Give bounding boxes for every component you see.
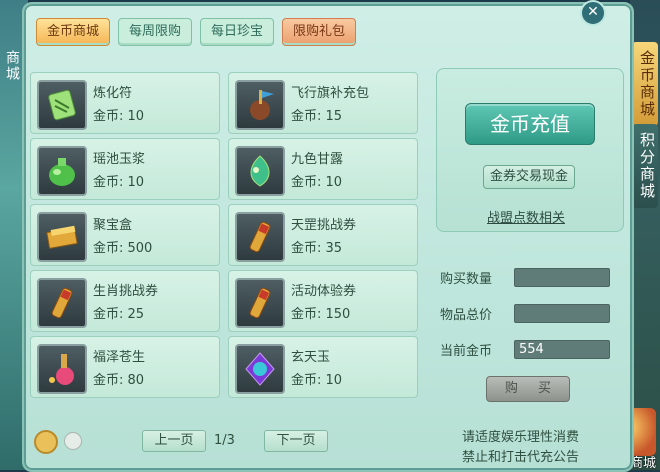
notice-line-1: 请适度娱乐理性消费: [462, 430, 580, 445]
flag-pack-icon: [235, 80, 285, 130]
item-price: 金币: 10: [291, 175, 343, 190]
item-price: 金币: 25: [93, 307, 145, 322]
notice-line-2[interactable]: 禁止和打击代充公告: [462, 446, 579, 465]
buy-button[interactable]: 购 买: [486, 376, 570, 402]
item-grid: 炼化符 金币: 10 飞行旗补充包 金币: 15 瑶池玉浆 金币: 10 九色甘…: [30, 72, 420, 404]
treasure-box-icon: [37, 212, 87, 262]
tab-weekly-limit[interactable]: 每周限购: [118, 18, 193, 46]
item-card[interactable]: 天罡挑战券 金币: 35: [228, 204, 418, 266]
talisman-icon: [37, 80, 87, 130]
item-name: 瑶池玉浆: [93, 152, 146, 167]
recharge-box: 金币充值 金券交易现金 战盟点数相关: [436, 68, 624, 232]
current-gold-field: 554: [514, 340, 610, 359]
gift-icon: [37, 344, 87, 394]
close-icon[interactable]: ✕: [580, 0, 606, 26]
item-card[interactable]: 福泽苍生 金币: 80: [30, 336, 220, 398]
item-price: 金币: 10: [93, 109, 145, 124]
jade-potion-icon: [37, 146, 87, 196]
item-price: 金币: 80: [93, 373, 145, 388]
tab-gold-shop[interactable]: 金币商城: [36, 18, 111, 46]
item-card[interactable]: 九色甘露 金币: 10: [228, 138, 418, 200]
item-price: 金币: 10: [291, 373, 343, 388]
item-name: 飞行旗补充包: [291, 86, 370, 101]
item-price: 金币: 500: [93, 241, 153, 256]
item-name: 炼化符: [93, 86, 133, 101]
next-page-button[interactable]: 下一页: [264, 430, 328, 452]
item-price: 金币: 15: [291, 109, 343, 124]
item-card[interactable]: 聚宝盒 金币: 500: [30, 204, 220, 266]
prev-page-button[interactable]: 上一页: [142, 430, 206, 452]
item-card[interactable]: 飞行旗补充包 金币: 15: [228, 72, 418, 134]
dew-icon: [235, 146, 285, 196]
coin-zoom-icon[interactable]: [34, 430, 58, 454]
side-tab-points-shop[interactable]: 积分商城: [632, 124, 658, 208]
item-card[interactable]: 活动体验券 金币: 150: [228, 270, 418, 332]
current-gold-label: 当前金币: [440, 344, 493, 359]
tab-limited-gift[interactable]: 限购礼包: [282, 18, 357, 46]
item-name: 活动体验券: [291, 284, 357, 299]
scroll-icon: [235, 212, 285, 262]
item-price: 金币: 150: [291, 307, 351, 322]
side-tab-gold-shop[interactable]: 金币商城: [632, 42, 658, 126]
item-card[interactable]: 玄天玉 金币: 10: [228, 336, 418, 398]
item-name: 福泽苍生: [93, 350, 146, 365]
total-price-field: [514, 304, 610, 323]
left-vertical-label: 商城: [4, 50, 20, 82]
total-price-label: 物品总价: [440, 308, 493, 323]
page-indicator: 1/3: [214, 433, 235, 448]
quantity-label: 购买数量: [440, 272, 493, 287]
toggle-dot[interactable]: [64, 432, 82, 450]
item-card[interactable]: 生肖挑战券 金币: 25: [30, 270, 220, 332]
recharge-button[interactable]: 金币充值: [465, 103, 595, 145]
item-card[interactable]: 炼化符 金币: 10: [30, 72, 220, 134]
item-name: 天罡挑战券: [291, 218, 357, 233]
item-price: 金币: 10: [93, 175, 145, 190]
item-name: 聚宝盒: [93, 218, 133, 233]
shop-tabs: 金币商城 每周限购 每日珍宝 限购礼包: [36, 18, 357, 46]
item-card[interactable]: 瑶池玉浆 金币: 10: [30, 138, 220, 200]
scroll-icon: [37, 278, 87, 328]
item-name: 生肖挑战券: [93, 284, 159, 299]
tab-daily-treasure[interactable]: 每日珍宝: [200, 18, 275, 46]
alliance-points-link[interactable]: 战盟点数相关: [487, 207, 565, 226]
item-price: 金币: 35: [291, 241, 343, 256]
item-name: 玄天玉: [291, 350, 331, 365]
item-name: 九色甘露: [291, 152, 344, 167]
quantity-field[interactable]: [514, 268, 610, 287]
scroll-icon: [235, 278, 285, 328]
trade-button[interactable]: 金券交易现金: [483, 165, 575, 189]
gem-icon: [235, 344, 285, 394]
shop-panel: ✕ 金币商城 每周限购 每日珍宝 限购礼包 炼化符 金币: 10 飞行旗补充包 …: [22, 0, 634, 472]
